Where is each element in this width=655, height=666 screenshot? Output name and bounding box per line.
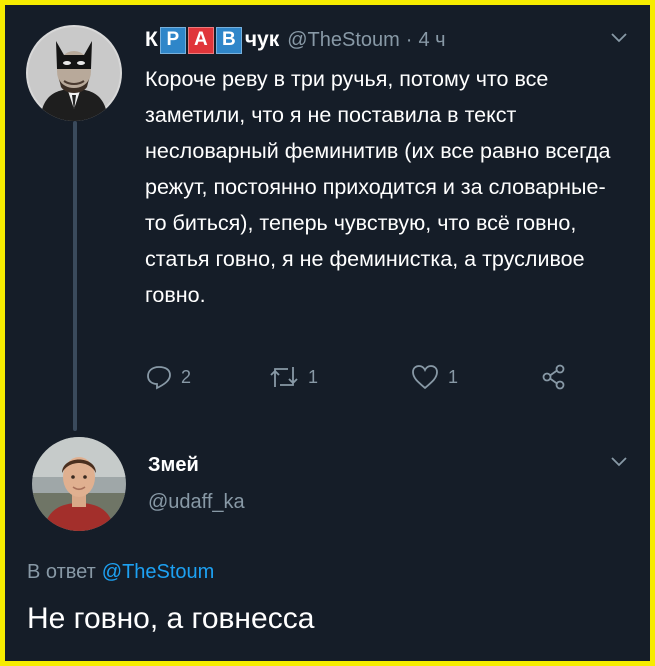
thread-connector-line bbox=[73, 121, 77, 431]
reply-icon bbox=[145, 363, 173, 391]
author-avatar[interactable] bbox=[26, 25, 122, 121]
heart-icon bbox=[410, 363, 440, 391]
reply-count: 2 bbox=[181, 366, 192, 387]
share-icon bbox=[540, 363, 568, 391]
like-button[interactable]: 1 bbox=[410, 363, 458, 391]
chevron-down-icon[interactable] bbox=[611, 30, 627, 48]
author-handle[interactable]: @TheStoum bbox=[287, 29, 400, 52]
author-name-suffix[interactable]: чук bbox=[245, 28, 279, 52]
name-tile-a: А bbox=[187, 26, 214, 54]
reply-button[interactable]: 2 bbox=[145, 363, 191, 391]
separator-dot: · bbox=[405, 28, 413, 51]
reply-text: Не говно, а говнесса bbox=[27, 602, 315, 635]
tweet-text: Короче реву в три ручья, потому что все … bbox=[145, 67, 611, 307]
name-tile-r: Р bbox=[159, 26, 186, 54]
retweet-button[interactable]: 1 bbox=[268, 363, 318, 391]
tweet-timestamp[interactable]: 4 ч bbox=[418, 29, 445, 52]
reply-author-avatar[interactable] bbox=[32, 437, 126, 531]
tweet-actions: 2 1 1 bbox=[145, 363, 595, 399]
reply-author-name[interactable]: Змей bbox=[148, 454, 199, 477]
share-button[interactable] bbox=[540, 363, 568, 391]
reply-author-handle[interactable]: @udaff_ka bbox=[148, 491, 245, 514]
tweet-header: К Р А В чук @TheStoum · 4 ч bbox=[145, 25, 446, 55]
reply-to-link[interactable]: @TheStoum bbox=[102, 561, 215, 583]
name-tile-v: В bbox=[215, 26, 242, 54]
retweet-icon bbox=[268, 363, 300, 391]
tweet-thread: К Р А В чук @TheStoum · 4 ч Короче реву … bbox=[5, 5, 650, 661]
reply-to-label: В ответ bbox=[27, 561, 96, 583]
retweet-count: 1 bbox=[308, 366, 319, 387]
author-name-prefix[interactable]: К bbox=[145, 28, 158, 52]
chevron-down-icon[interactable] bbox=[611, 454, 627, 472]
reply-context: В ответ @TheStoum bbox=[27, 561, 214, 584]
like-count: 1 bbox=[448, 366, 459, 387]
